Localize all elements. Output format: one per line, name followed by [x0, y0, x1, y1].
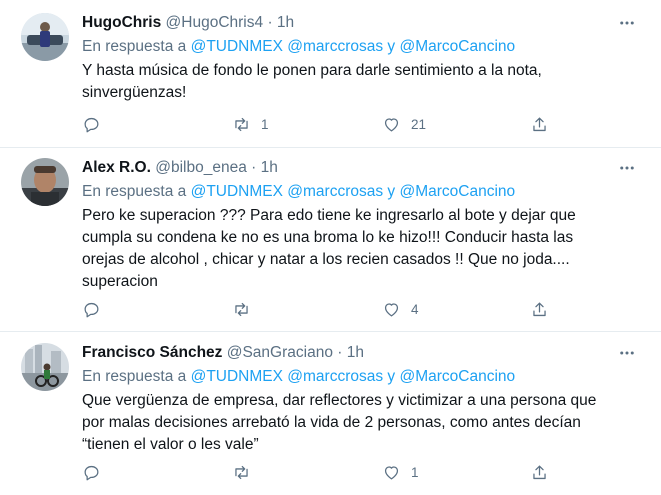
separator-dot: · — [251, 159, 257, 176]
more-options-button[interactable] — [617, 158, 637, 178]
share-icon — [533, 465, 546, 479]
retweet-count: 1 — [261, 116, 269, 132]
more-icon — [620, 351, 634, 355]
handle[interactable]: @bilbo_enea — [155, 159, 247, 176]
heart-icon — [384, 465, 399, 479]
tweet-text: Y hasta música de fondo le ponen para da… — [82, 62, 542, 101]
share-button[interactable] — [530, 461, 549, 483]
avatar[interactable] — [21, 158, 69, 206]
reply-button[interactable] — [82, 461, 111, 483]
avatar[interactable] — [21, 13, 69, 61]
retweet-button[interactable]: 1 — [232, 113, 269, 135]
more-options-button[interactable] — [617, 13, 637, 33]
retweet-icon — [235, 117, 248, 131]
reply-prefix: En respuesta a — [82, 38, 187, 55]
reply-prefix: En respuesta a — [82, 368, 187, 385]
mention-link[interactable]: @MarcoCancino — [399, 38, 515, 55]
mention-link[interactable]: @MarcoCancino — [399, 368, 515, 385]
display-name[interactable]: Francisco Sánchez — [82, 344, 222, 361]
like-count: 4 — [411, 301, 419, 317]
share-icon — [533, 117, 546, 131]
mention-link[interactable]: @MarcoCancino — [399, 183, 515, 200]
more-options-button[interactable] — [617, 343, 637, 363]
timestamp[interactable]: 1h — [347, 344, 364, 361]
like-button[interactable]: 1 — [382, 461, 419, 483]
heart-icon — [384, 117, 399, 131]
avatar[interactable] — [21, 343, 69, 391]
divider — [0, 147, 661, 148]
retweet-button[interactable] — [232, 461, 261, 483]
divider — [0, 331, 661, 332]
separator-dot: · — [337, 344, 343, 361]
more-icon — [620, 166, 634, 170]
display-name[interactable]: HugoChris — [82, 14, 161, 31]
tweet-text: Pero ke superacion ??? Para edo tiene ke… — [82, 207, 576, 290]
mention-link[interactable]: @marccrosas — [287, 368, 383, 385]
reply-context: En respuesta a @TUDNMEX @marccrosas y @M… — [82, 182, 515, 202]
like-count: 21 — [411, 116, 427, 132]
share-button[interactable] — [530, 298, 549, 320]
timestamp[interactable]: 1h — [277, 14, 294, 31]
handle[interactable]: @HugoChris4 — [166, 14, 264, 31]
like-button[interactable]: 21 — [382, 113, 426, 135]
reply-icon — [84, 465, 99, 480]
mention-conjunction: y — [387, 38, 396, 55]
share-button[interactable] — [530, 113, 549, 135]
more-icon — [620, 21, 634, 25]
handle[interactable]: @SanGraciano — [227, 344, 333, 361]
retweet-button[interactable] — [232, 298, 261, 320]
retweet-icon — [235, 302, 248, 316]
reply-context: En respuesta a @TUDNMEX @marccrosas y @M… — [82, 367, 515, 387]
reply-prefix: En respuesta a — [82, 183, 187, 200]
like-count: 1 — [411, 464, 419, 480]
retweet-icon — [235, 465, 248, 479]
display-name[interactable]: Alex R.O. — [82, 159, 151, 176]
mention-link[interactable]: @TUDNMEX — [191, 38, 283, 55]
reply-button[interactable] — [82, 298, 111, 320]
mention-link[interactable]: @marccrosas — [287, 183, 383, 200]
mention-conjunction: y — [387, 183, 396, 200]
reply-context: En respuesta a @TUDNMEX @marccrosas y @M… — [82, 37, 515, 57]
timestamp[interactable]: 1h — [261, 159, 278, 176]
heart-icon — [384, 302, 399, 316]
reply-button[interactable] — [82, 113, 111, 135]
mention-link[interactable]: @marccrosas — [287, 38, 383, 55]
tweet-text: Que vergüenza de empresa, dar reflectore… — [82, 392, 597, 453]
mention-link[interactable]: @TUDNMEX — [191, 368, 283, 385]
share-icon — [533, 302, 546, 316]
separator-dot: · — [267, 14, 273, 31]
mention-conjunction: y — [387, 368, 396, 385]
reply-icon — [84, 302, 99, 317]
like-button[interactable]: 4 — [382, 298, 419, 320]
reply-icon — [84, 117, 99, 132]
mention-link[interactable]: @TUDNMEX — [191, 183, 283, 200]
